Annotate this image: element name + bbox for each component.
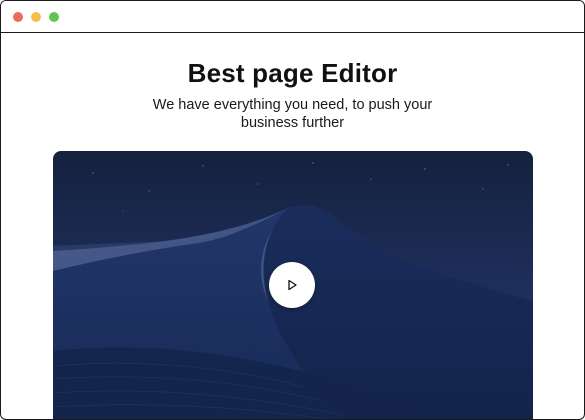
page-title: Best page Editor (187, 58, 398, 88)
page-subtitle: We have everything you need, to push you… (152, 97, 433, 131)
play-icon (288, 279, 297, 291)
minimize-window-button[interactable] (31, 12, 41, 22)
play-button[interactable] (269, 262, 315, 308)
close-window-button[interactable] (13, 12, 23, 22)
video-player[interactable] (53, 151, 533, 419)
browser-window: Best page Editor We have everything you … (0, 0, 585, 420)
window-titlebar (1, 1, 584, 33)
maximize-window-button[interactable] (49, 12, 59, 22)
